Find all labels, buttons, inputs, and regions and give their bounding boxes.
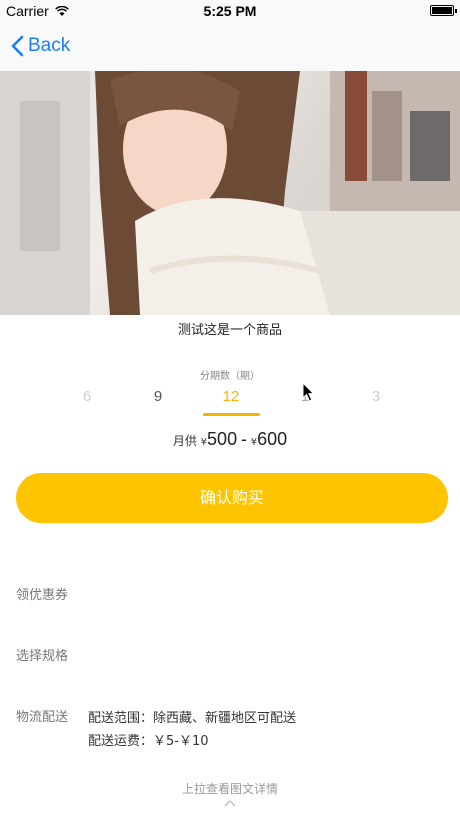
status-time: 5:25 PM (203, 3, 257, 19)
period-option[interactable]: 6 (57, 388, 117, 405)
price-separator: - (240, 429, 247, 449)
monthly-price: 月供 ¥500 - ¥600 (0, 429, 460, 450)
delivery-range: 配送范围：除西藏、新疆地区可配送 (88, 711, 297, 726)
coupon-row[interactable]: 领优惠券 (16, 584, 68, 603)
price-max: 600 (257, 429, 288, 449)
confirm-purchase-button[interactable]: 确认购买 (16, 473, 448, 523)
back-button[interactable]: Back (10, 32, 70, 60)
product-image (0, 71, 460, 315)
product-title: 测试这是一个商品 (177, 323, 282, 338)
navigation-bar: Back (0, 22, 460, 72)
installment-label: 分期数（期） (200, 371, 260, 382)
price-prefix: 月供 (172, 434, 197, 448)
chevron-up-icon (224, 800, 236, 807)
installment-picker[interactable]: 6 9 12 1 3 (0, 388, 460, 414)
chevron-left-icon (11, 35, 24, 57)
period-option[interactable]: 9 (128, 388, 188, 405)
pull-up-hint: 上拉查看图文详情 (181, 782, 278, 796)
mouse-cursor-icon (302, 382, 315, 402)
status-bar: Carrier 5:25 PM (0, 0, 460, 22)
spec-row[interactable]: 选择规格 (16, 645, 68, 664)
back-label: Back (28, 35, 71, 56)
battery-icon (430, 5, 457, 16)
delivery-fee: 配送运费：￥5-￥10 (88, 734, 209, 749)
logistics-label: 物流配送 (16, 710, 69, 725)
period-option[interactable]: 3 (346, 388, 406, 405)
period-option-selected[interactable]: 12 (201, 388, 261, 405)
selected-period-indicator (203, 413, 260, 416)
price-min: 500 (207, 429, 238, 449)
